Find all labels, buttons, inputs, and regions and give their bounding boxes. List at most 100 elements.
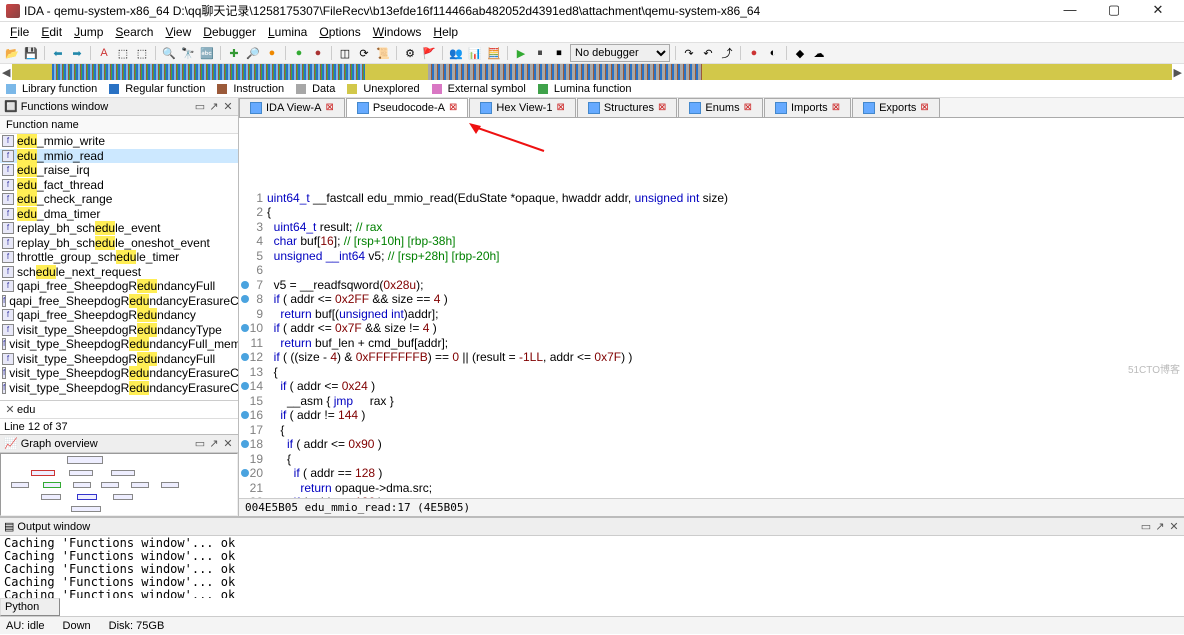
tab-structures[interactable]: Structures⊠: [577, 98, 678, 117]
chart-icon[interactable]: 📊: [467, 45, 483, 61]
menu-help[interactable]: Help: [427, 25, 464, 39]
tab-close-icon[interactable]: ⊠: [920, 99, 928, 117]
fwd-icon[interactable]: ➡: [69, 45, 85, 61]
menu-debugger[interactable]: Debugger: [197, 25, 262, 39]
function-row[interactable]: fqapi_free_SheepdogRedundancyErasureCod: [0, 294, 238, 309]
bp2-icon[interactable]: ◐: [765, 45, 781, 61]
play-icon[interactable]: ▶: [513, 45, 529, 61]
script-icon[interactable]: 📜: [375, 45, 391, 61]
open-icon[interactable]: 📂: [4, 45, 20, 61]
close-button[interactable]: ✕: [1136, 0, 1180, 22]
people-icon[interactable]: 👥: [448, 45, 464, 61]
code-line[interactable]: 13 {: [239, 365, 1184, 380]
nav-right-icon[interactable]: ▶: [1172, 66, 1184, 79]
menu-windows[interactable]: Windows: [367, 25, 428, 39]
go-close-icon[interactable]: ✕: [222, 437, 234, 450]
code-line[interactable]: 17 {: [239, 423, 1184, 438]
menu-lumina[interactable]: Lumina: [262, 25, 313, 39]
function-row[interactable]: fedu_raise_irq: [0, 163, 238, 178]
code-line[interactable]: 18 if ( addr <= 0x90 ): [239, 437, 1184, 452]
tool-a-icon[interactable]: A: [96, 45, 112, 61]
tab-exports[interactable]: Exports⊠: [852, 98, 940, 117]
go-pin-icon[interactable]: ↗: [208, 437, 220, 450]
function-row[interactable]: fvisit_type_SheepdogRedundancyErasureCod: [0, 381, 238, 396]
text-icon[interactable]: 🔤: [199, 45, 215, 61]
clear-search-icon[interactable]: ✕: [3, 403, 17, 416]
code-line[interactable]: 9 return buf[(unsigned int)addr];: [239, 307, 1184, 322]
minimize-button[interactable]: —: [1048, 0, 1092, 22]
stop-icon[interactable]: ⏹: [551, 45, 567, 61]
function-row[interactable]: fschedule_next_request: [0, 265, 238, 280]
tab-close-icon[interactable]: ⊠: [556, 99, 564, 117]
stepout-icon[interactable]: ⤴: [719, 45, 735, 61]
output-text[interactable]: Caching 'Functions window'... ok Caching…: [0, 536, 1184, 598]
menu-options[interactable]: Options: [313, 25, 366, 39]
pause-icon[interactable]: ⏸: [532, 45, 548, 61]
code-line[interactable]: 12 if ( ((size - 4) & 0xFFFFFFFB) == 0 |…: [239, 350, 1184, 365]
functions-column-header[interactable]: Function name: [0, 116, 238, 134]
menu-jump[interactable]: Jump: [68, 25, 109, 39]
python-prompt-button[interactable]: Python: [0, 598, 60, 616]
menu-edit[interactable]: Edit: [35, 25, 68, 39]
gear-icon[interactable]: ⚙: [402, 45, 418, 61]
function-row[interactable]: fvisit_type_SheepdogRedundancyType: [0, 323, 238, 338]
pin-icon[interactable]: ↗: [208, 100, 220, 113]
tab-ida-view-a[interactable]: IDA View-A⊠: [239, 98, 345, 117]
code-line[interactable]: 20 if ( addr == 128 ): [239, 466, 1184, 481]
graph-canvas[interactable]: [0, 453, 238, 516]
lumina-icon[interactable]: ◆: [792, 45, 808, 61]
info-icon[interactable]: ●: [264, 45, 280, 61]
tab-close-icon[interactable]: ⊠: [325, 99, 333, 117]
maximize-button[interactable]: ▢: [1092, 0, 1136, 22]
function-row[interactable]: fedu_dma_timer: [0, 207, 238, 222]
code-line[interactable]: 14 if ( addr <= 0x24 ): [239, 379, 1184, 394]
debugger-select[interactable]: No debugger: [570, 44, 670, 62]
function-row[interactable]: fedu_check_range: [0, 192, 238, 207]
hex-icon[interactable]: ◫: [337, 45, 353, 61]
menu-file[interactable]: File: [4, 25, 35, 39]
tab-pseudocode-a[interactable]: Pseudocode-A⊠: [346, 98, 469, 117]
search-icon[interactable]: 🔍: [161, 45, 177, 61]
bp-icon[interactable]: ●: [746, 45, 762, 61]
tab-close-icon[interactable]: ⊠: [449, 99, 457, 117]
cloud-icon[interactable]: ☁: [811, 45, 827, 61]
function-row[interactable]: fthrottle_group_schedule_timer: [0, 250, 238, 265]
function-row[interactable]: fedu_fact_thread: [0, 178, 238, 193]
out-pin-icon[interactable]: ↗: [1154, 520, 1166, 533]
refresh-icon[interactable]: ⟳: [356, 45, 372, 61]
dot2-icon[interactable]: ●: [310, 45, 326, 61]
tab-close-icon[interactable]: ⊠: [658, 99, 666, 117]
tab-close-icon[interactable]: ⊠: [832, 99, 840, 117]
function-row[interactable]: fedu_mmio_write: [0, 134, 238, 149]
go-dock-icon[interactable]: ▭: [194, 437, 206, 450]
menu-search[interactable]: Search: [109, 25, 159, 39]
step-icon[interactable]: ↷: [681, 45, 697, 61]
flag-icon[interactable]: 🚩: [421, 45, 437, 61]
stepover-icon[interactable]: ↶: [700, 45, 716, 61]
function-row[interactable]: fvisit_type_SheepdogRedundancyFull: [0, 352, 238, 367]
back-icon[interactable]: ⬅: [50, 45, 66, 61]
code-line[interactable]: 1uint64_t __fastcall edu_mmio_read(EduSt…: [239, 191, 1184, 206]
search-input[interactable]: [17, 404, 235, 416]
zoom-icon[interactable]: 🔎: [245, 45, 261, 61]
tab-imports[interactable]: Imports⊠: [764, 98, 851, 117]
code-line[interactable]: 6: [239, 263, 1184, 278]
function-row[interactable]: fedu_mmio_read: [0, 149, 238, 164]
function-row[interactable]: freplay_bh_schedule_oneshot_event: [0, 236, 238, 251]
tool-c-icon[interactable]: ⬚: [134, 45, 150, 61]
code-line[interactable]: 21 return opaque->dma.src;: [239, 481, 1184, 496]
function-row[interactable]: freplay_bh_schedule_event: [0, 221, 238, 236]
dock-icon[interactable]: ▭: [194, 100, 206, 113]
code-line[interactable]: 2{: [239, 205, 1184, 220]
functions-list[interactable]: fedu_mmio_writefedu_mmio_readfedu_raise_…: [0, 134, 238, 400]
dot1-icon[interactable]: ●: [291, 45, 307, 61]
tab-close-icon[interactable]: ⊠: [744, 99, 752, 117]
out-close-icon[interactable]: ✕: [1168, 520, 1180, 533]
code-line[interactable]: 5 unsigned __int64 v5; // [rsp+28h] [rbp…: [239, 249, 1184, 264]
code-line[interactable]: 4 char buf[16]; // [rsp+10h] [rbp-38h]: [239, 234, 1184, 249]
code-line[interactable]: 10 if ( addr <= 0x7F && size != 4 ): [239, 321, 1184, 336]
code-line[interactable]: 16 if ( addr != 144 ): [239, 408, 1184, 423]
out-dock-icon[interactable]: ▭: [1140, 520, 1152, 533]
nav-left-icon[interactable]: ◀: [0, 66, 12, 79]
pseudocode-view[interactable]: 51CTO博客 1uint64_t __fastcall edu_mmio_re…: [239, 118, 1184, 498]
